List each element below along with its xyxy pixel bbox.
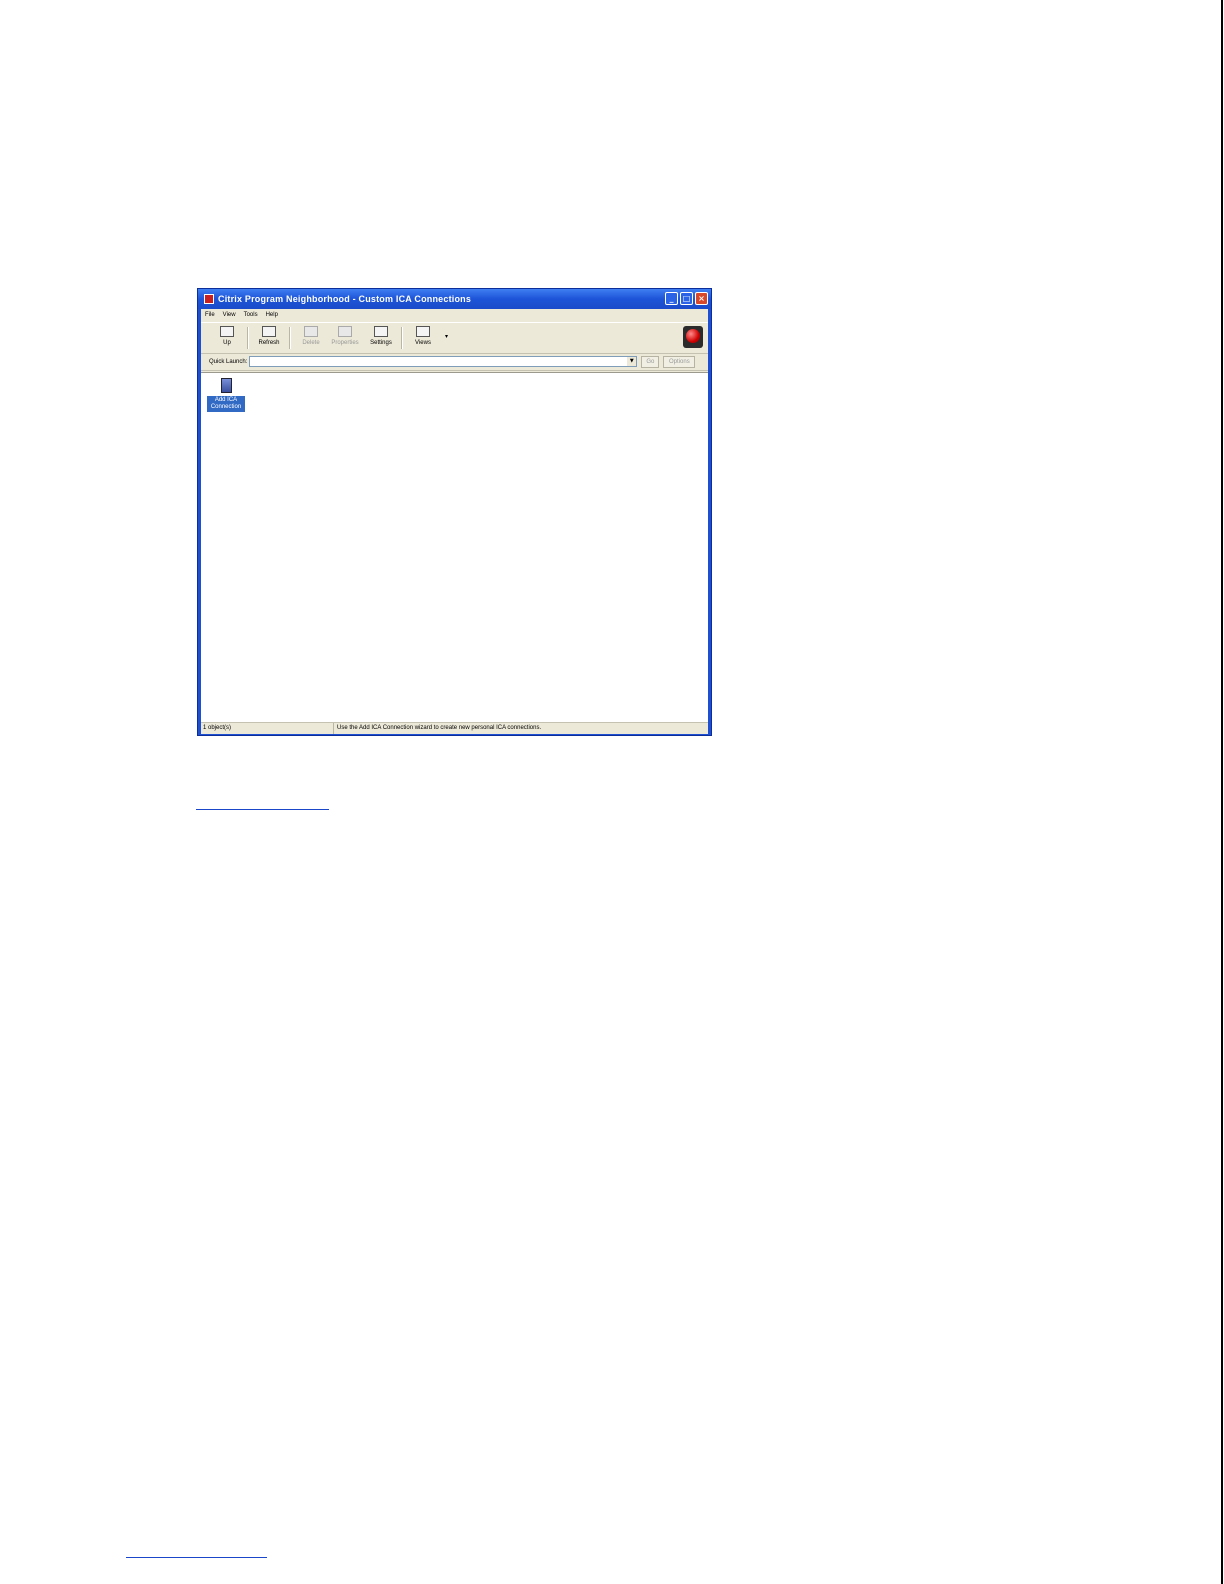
close-button[interactable]: × — [695, 292, 708, 305]
settings-label: Settings — [370, 340, 392, 346]
views-icon — [416, 326, 430, 337]
footnote-rule — [126, 1557, 267, 1558]
add-ica-connection-label: Add ICA Connection — [207, 396, 245, 412]
refresh-icon — [262, 326, 276, 337]
properties-label: Properties — [331, 340, 359, 346]
refresh-label: Refresh — [258, 340, 280, 346]
status-bar: 1 object(s) Use the Add ICA Connection w… — [201, 722, 708, 734]
quick-launch-dropdown-button[interactable]: ▼ — [627, 357, 637, 366]
minimize-button[interactable]: _ — [665, 292, 678, 305]
up-label: Up — [223, 340, 231, 346]
maximize-button[interactable]: □ — [680, 292, 693, 305]
window-client-area: File View Tools Help Up Refresh Delete P — [201, 309, 708, 734]
citrix-logo-icon — [683, 326, 703, 348]
delete-button[interactable]: Delete — [293, 326, 329, 352]
views-label: Views — [415, 340, 431, 346]
status-message: Use the Add ICA Connection wizard to cre… — [337, 725, 542, 731]
properties-button[interactable]: Properties — [327, 326, 363, 352]
footnote-rule — [196, 809, 329, 810]
quick-launch-label: Quick Launch: — [209, 358, 248, 365]
toolbar-separator — [289, 327, 290, 349]
menu-help[interactable]: Help — [266, 309, 278, 321]
toolbar-separator — [247, 327, 248, 349]
delete-label: Delete — [302, 340, 320, 346]
status-object-count: 1 object(s) — [201, 723, 334, 734]
page-edge-line — [1221, 0, 1223, 1584]
add-ica-connection-item[interactable]: Add ICA Connection — [207, 378, 245, 412]
title-bar[interactable]: Citrix Program Neighborhood - Custom ICA… — [198, 289, 711, 309]
settings-button[interactable]: Settings — [363, 326, 399, 352]
views-dropdown-arrow[interactable]: ▾ — [445, 333, 448, 340]
program-neighborhood-window: Citrix Program Neighborhood - Custom ICA… — [197, 288, 712, 736]
options-button[interactable]: Options — [663, 355, 696, 368]
item-label-line1: Add ICA — [214, 397, 238, 403]
window-controls: _ □ × — [665, 292, 708, 305]
refresh-button[interactable]: Refresh — [251, 326, 287, 352]
up-button[interactable]: Up — [209, 326, 245, 352]
up-folder-icon — [220, 326, 234, 337]
views-button[interactable]: Views — [405, 326, 441, 352]
go-button[interactable]: Go — [641, 355, 660, 368]
item-label-line2: Connection — [210, 404, 242, 410]
citrix-logo-ball — [686, 329, 700, 343]
menu-tools[interactable]: Tools — [244, 309, 258, 321]
window-title: Citrix Program Neighborhood - Custom ICA… — [218, 294, 472, 304]
add-ica-connection-icon — [220, 378, 232, 393]
menu-view[interactable]: View — [223, 309, 236, 321]
settings-icon — [374, 326, 388, 337]
toolbar: Up Refresh Delete Properties Settings Vi… — [201, 322, 708, 354]
toolbar-separator — [401, 327, 402, 349]
menu-bar: File View Tools Help — [201, 309, 708, 321]
properties-icon — [338, 326, 352, 337]
connections-view: Add ICA Connection — [201, 372, 708, 722]
delete-icon — [304, 326, 318, 337]
quick-launch-input[interactable]: ▼ — [249, 356, 638, 367]
menu-file[interactable]: File — [205, 309, 215, 321]
quick-launch-bar: Quick Launch: ▼ Go Options — [201, 353, 708, 371]
citrix-app-icon — [204, 294, 214, 304]
